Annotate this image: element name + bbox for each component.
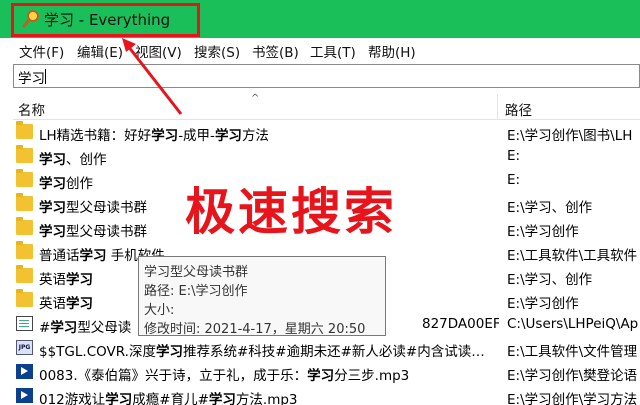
- text-file-icon: [16, 316, 33, 331]
- tooltip-size: 大小:: [144, 303, 175, 318]
- row-name: LH精选书籍：好好学习-成甲-学习方法: [39, 128, 269, 144]
- jpg-file-icon: JPG: [16, 340, 33, 355]
- menu-bar: 文件(F) 编辑(E) 视图(V) 搜索(S) 书签(B) 工具(T) 帮助(H…: [0, 38, 640, 62]
- row-path: E:\学习创作: [507, 296, 579, 312]
- table-row[interactable]: 0083.《泰伯篇》兴于诗，立于礼，成于乐：学习分三步.mp3 E:\学习创作\樊…: [13, 360, 640, 385]
- search-input[interactable]: 学习: [13, 64, 640, 88]
- row-path: E:: [507, 148, 521, 164]
- table-row[interactable]: 学习、创作 E:: [13, 144, 640, 169]
- tooltip-modified: 修改时间: 2021-4-17，星期六 20:50: [144, 322, 366, 337]
- row-path: C:\Users\LHPeiQ\Ap: [507, 316, 639, 332]
- column-divider[interactable]: [497, 94, 498, 120]
- row-name: 0083.《泰伯篇》兴于诗，立于礼，成于乐：学习分三步.mp3: [39, 368, 410, 384]
- row-name: $$TGL.COVR.深度学习推荐系统#科技#逾期未还#新人必读#内含试读…: [39, 344, 485, 360]
- folder-icon: [16, 193, 33, 211]
- folder-icon: [16, 169, 33, 187]
- table-row[interactable]: 012游戏让学习成瘾#育儿#学习方法.mp3 E:\学习创作\学习方法: [13, 384, 640, 405]
- file-tooltip: 学习型父母读书群 路径: E:\学习创作 大小: 修改时间: 2021-4-17…: [138, 256, 386, 337]
- row-name-tail: 827DA00EFC4...: [422, 316, 499, 332]
- row-path: E:\学习创作\学习方法: [507, 392, 638, 405]
- row-name: 012游戏让学习成瘾#育儿#学习方法.mp3: [39, 392, 298, 405]
- text-caret: [45, 69, 46, 84]
- row-path: E:\工具软件\工具软件: [507, 248, 638, 264]
- row-path: E:\工具软件\文件管理: [507, 344, 638, 360]
- row-name: 学习、创作: [39, 152, 107, 168]
- menu-help[interactable]: 帮助(H): [368, 41, 416, 61]
- folder-icon: [16, 121, 33, 139]
- row-path: E:\学习、创作: [507, 272, 593, 288]
- row-path: E:\学习、创作: [507, 200, 593, 216]
- menu-file[interactable]: 文件(F): [19, 41, 64, 61]
- column-header: 名称 ^ 路径: [13, 93, 640, 120]
- overlay-caption: 极速搜索: [185, 183, 397, 241]
- title-highlight-box: [11, 3, 200, 37]
- menu-bookmarks[interactable]: 书签(B): [252, 41, 299, 61]
- tooltip-title: 学习型父母读书群: [144, 265, 249, 280]
- folder-icon: [16, 265, 33, 283]
- folder-icon: [16, 217, 33, 235]
- menu-tools[interactable]: 工具(T): [310, 41, 356, 61]
- sort-ascending-icon: ^: [251, 93, 260, 104]
- column-path-header[interactable]: 路径: [505, 99, 532, 119]
- search-value: 学习: [18, 71, 45, 87]
- folder-icon: [16, 289, 33, 307]
- row-path: E:\学习创作\图书\LH: [507, 128, 633, 144]
- row-path: E:\学习创作: [507, 224, 579, 240]
- folder-icon: [16, 241, 33, 259]
- menu-view[interactable]: 视图(V): [135, 41, 182, 61]
- mp3-file-icon: [16, 364, 33, 379]
- menu-edit[interactable]: 编辑(E): [77, 41, 123, 61]
- table-row[interactable]: JPG $$TGL.COVR.深度学习推荐系统#科技#逾期未还#新人必读#内含试读…: [13, 336, 640, 361]
- tooltip-path: 路径: E:\学习创作: [144, 284, 248, 299]
- column-name-header[interactable]: 名称: [18, 99, 45, 119]
- folder-icon: [16, 145, 33, 163]
- table-row[interactable]: LH精选书籍：好好学习-成甲-学习方法 E:\学习创作\图书\LH: [13, 120, 640, 145]
- row-path: E:: [507, 172, 521, 188]
- menu-search[interactable]: 搜索(S): [194, 41, 240, 61]
- mp3-file-icon: [16, 388, 33, 403]
- row-path: E:\学习创作\樊登论语: [507, 368, 638, 384]
